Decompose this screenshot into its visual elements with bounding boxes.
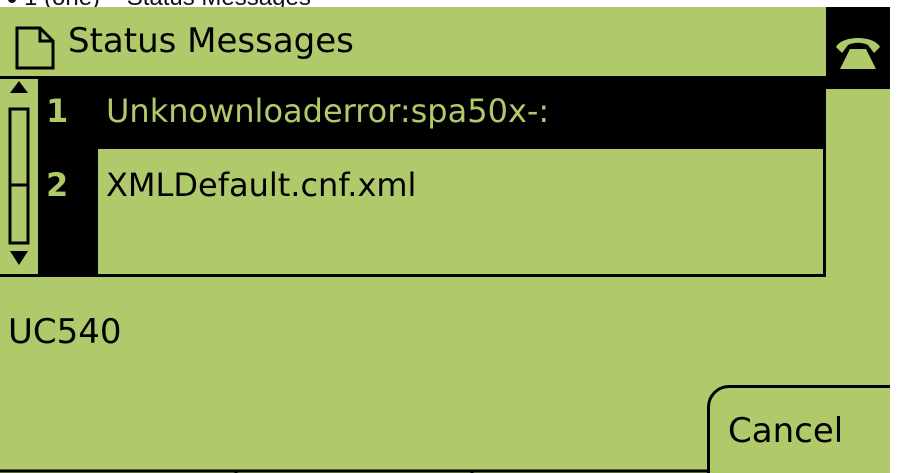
message-row-2[interactable]: 2 XMLDefault.cnf.xml xyxy=(38,153,823,223)
device-name: UC540 xyxy=(8,312,122,352)
screenshot-root: 1 (one) – Status Messages Status Message… xyxy=(0,0,897,473)
screen-title: Status Messages xyxy=(68,21,354,61)
message-index: 1 xyxy=(46,92,69,130)
scroll-down-arrow-icon[interactable] xyxy=(10,251,28,265)
list-scrollbar[interactable] xyxy=(0,79,38,271)
message-text: Unknownloaderror:spa50x-: xyxy=(106,92,550,130)
cancel-softkey[interactable]: Cancel xyxy=(707,385,890,473)
scroll-up-arrow-icon[interactable] xyxy=(10,81,28,93)
scroll-track-lower xyxy=(8,183,30,245)
cancel-label: Cancel xyxy=(728,411,844,451)
bullet-icon xyxy=(8,0,16,3)
phone-lcd-screen: Status Messages 1 Unknownloaderror:spa50… xyxy=(0,7,890,473)
line-status-box xyxy=(826,7,890,89)
document-icon xyxy=(15,26,55,70)
softkey-bar xyxy=(0,469,710,473)
message-row-1[interactable]: 1 Unknownloaderror:spa50x-: xyxy=(38,79,823,149)
message-text: XMLDefault.cnf.xml xyxy=(106,166,417,204)
message-index: 2 xyxy=(46,166,69,204)
handset-icon xyxy=(836,38,880,69)
